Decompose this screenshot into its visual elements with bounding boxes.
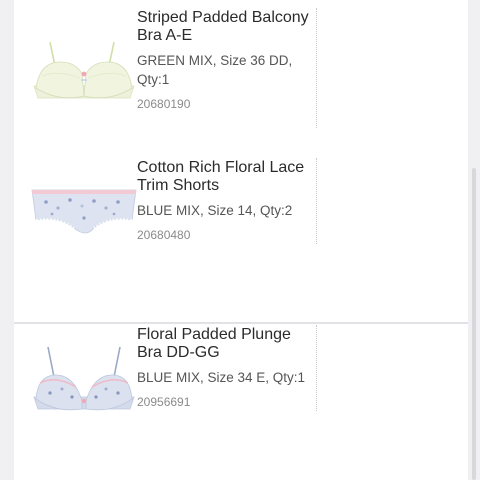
column-divider (316, 158, 317, 244)
order-item[interactable]: Cotton Rich Floral Lace Trim Shorts BLUE… (14, 158, 468, 248)
product-title[interactable]: Cotton Rich Floral Lace Trim Shorts (137, 159, 312, 195)
scrollbar-thumb[interactable] (472, 168, 476, 480)
order-items-card: Striped Padded Balcony Bra A-E GREEN MIX… (14, 0, 468, 322)
column-divider (316, 325, 317, 411)
order-items-screen: Striped Padded Balcony Bra A-E GREEN MIX… (0, 0, 480, 480)
order-item-info: Striped Padded Balcony Bra A-E GREEN MIX… (137, 9, 312, 111)
column-divider (316, 8, 317, 128)
order-item[interactable]: Floral Padded Plunge Bra DD-GG BLUE MIX,… (14, 325, 468, 435)
order-item-info: Cotton Rich Floral Lace Trim Shorts BLUE… (137, 159, 312, 242)
floral-plunge-bra-image[interactable] (28, 331, 140, 431)
striped-balcony-bra-image[interactable] (28, 20, 140, 120)
product-title[interactable]: Striped Padded Balcony Bra A-E (137, 9, 312, 45)
order-item[interactable]: Striped Padded Balcony Bra A-E GREEN MIX… (14, 8, 468, 128)
floral-lace-shorts-image[interactable] (28, 156, 140, 256)
product-variant: BLUE MIX, Size 34 E, Qty:1 (137, 370, 306, 385)
product-sku: 20956691 (137, 395, 191, 409)
product-title[interactable]: Floral Padded Plunge Bra DD-GG (137, 326, 312, 362)
order-item-info: Floral Padded Plunge Bra DD-GG BLUE MIX,… (137, 326, 312, 409)
product-variant: BLUE MIX, Size 14, Qty:2 (137, 203, 293, 218)
product-variant: GREEN MIX, Size 36 DD, Qty:1 (137, 53, 293, 87)
product-sku: 20680480 (137, 228, 191, 242)
product-sku: 20680190 (137, 97, 191, 111)
order-items-card: Floral Padded Plunge Bra DD-GG BLUE MIX,… (14, 324, 468, 480)
